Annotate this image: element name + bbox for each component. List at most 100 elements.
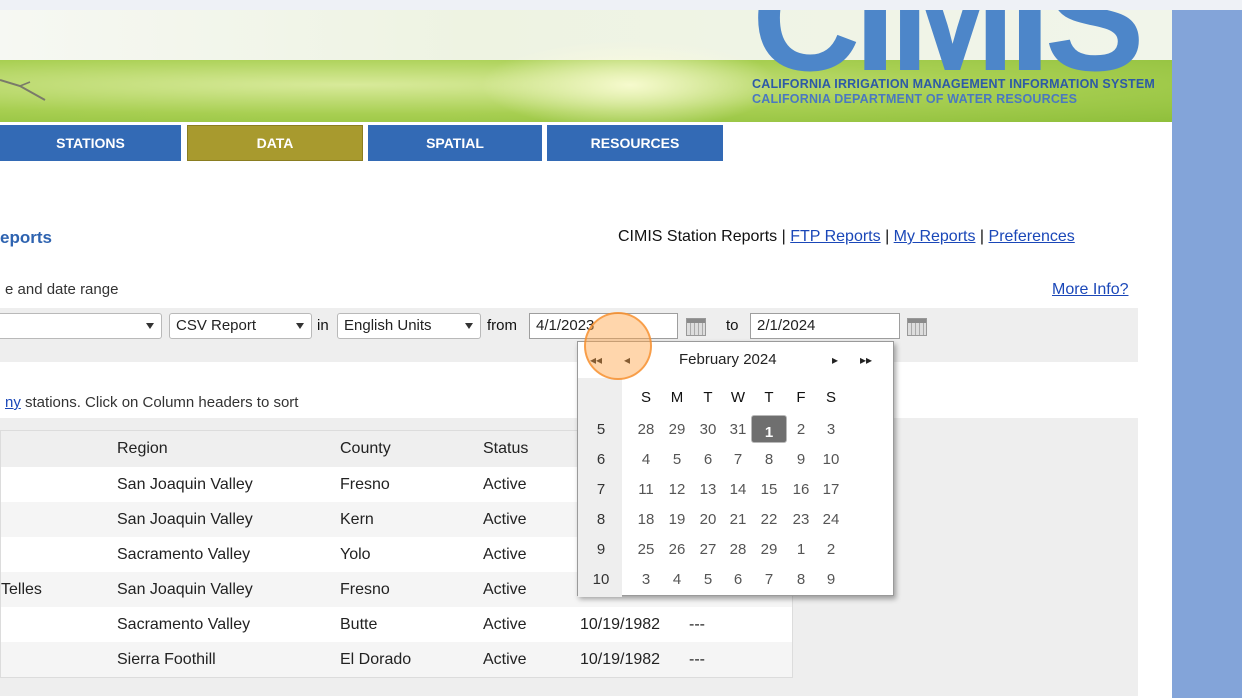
calendar-day[interactable]: 5 (665, 451, 689, 468)
calendar-day[interactable]: 2 (819, 541, 843, 558)
calendar-day[interactable]: 11 (634, 481, 658, 498)
calendar-icon[interactable] (907, 318, 927, 336)
calendar-day[interactable]: 5 (696, 571, 720, 588)
chevron-down-icon (465, 323, 473, 329)
chevron-down-icon (296, 323, 304, 329)
calendar-day[interactable]: 9 (819, 571, 843, 588)
calendar-day[interactable]: 3 (819, 421, 843, 438)
calendar-day[interactable]: 7 (726, 451, 750, 468)
next-month-icon[interactable]: ▸ (832, 353, 838, 367)
chevron-down-icon (146, 323, 154, 329)
column-header-county[interactable]: County (340, 440, 391, 458)
calendar-day[interactable]: 17 (819, 481, 843, 498)
cell-name: Telles (1, 581, 42, 598)
table-row[interactable]: Sacramento Valley Butte Active 10/19/1982 --… (1, 607, 792, 642)
prev-month-icon[interactable]: ◂ (624, 353, 630, 367)
in-label: in (317, 317, 329, 334)
calendar-day[interactable]: 26 (665, 541, 689, 558)
calendar-day[interactable]: 13 (696, 481, 720, 498)
header-banner: CIMIS CALIFORNIA IRRIGATION MANAGEMENT I… (0, 10, 1172, 122)
cell-date: 10/19/1982 (580, 651, 661, 668)
day-of-week-label: F (796, 389, 806, 406)
day-of-week-label: T (703, 389, 713, 406)
to-label: to (726, 317, 739, 334)
more-info-link[interactable]: More Info? (1052, 281, 1128, 299)
calendar-day[interactable]: 31 (726, 421, 750, 438)
calendar-day[interactable]: 25 (634, 541, 658, 558)
nav-spatial[interactable]: SPATIAL (368, 125, 542, 161)
calendar-day[interactable]: 9 (789, 451, 813, 468)
cell-county: Yolo (340, 546, 371, 563)
calendar-day[interactable]: 19 (665, 511, 689, 528)
cell-date: 10/19/1982 (580, 616, 661, 633)
nav-data[interactable]: DATA (187, 125, 363, 161)
calendar-day[interactable]: 27 (696, 541, 720, 558)
cell-status: Active (483, 476, 527, 493)
calendar-day[interactable]: 30 (696, 421, 720, 438)
cell-status: Active (483, 581, 527, 598)
prev-year-icon[interactable]: ◂◂ (590, 353, 602, 367)
calendar-day[interactable]: 14 (726, 481, 750, 498)
calendar-day[interactable]: 21 (726, 511, 750, 528)
column-header-region[interactable]: Region (117, 440, 168, 458)
nav-stations[interactable]: STATIONS (0, 125, 181, 161)
week-number: 8 (596, 511, 606, 528)
calendar-day[interactable]: 20 (696, 511, 720, 528)
cell-status: Active (483, 651, 527, 668)
calendar-day[interactable]: 6 (726, 571, 750, 588)
week-number: 10 (592, 571, 610, 588)
calendar-day[interactable]: 4 (634, 451, 658, 468)
calendar-day[interactable]: 12 (665, 481, 689, 498)
calendar-day[interactable]: 2 (789, 421, 813, 438)
cell-county: Butte (340, 616, 378, 633)
calendar-day[interactable]: 7 (757, 571, 781, 588)
calendar-day[interactable]: 1 (789, 541, 813, 558)
calendar-day[interactable]: 23 (789, 511, 813, 528)
calendar-day[interactable]: 10 (819, 451, 843, 468)
calendar-day[interactable]: 18 (634, 511, 658, 528)
day-of-week-label: S (640, 389, 651, 406)
calendar-day[interactable]: 22 (757, 511, 781, 528)
preferences-link[interactable]: Preferences (989, 228, 1075, 245)
calendar-day[interactable]: 8 (757, 451, 781, 468)
cell-county: Kern (340, 511, 374, 528)
report-type-select[interactable]: CSV Report (169, 313, 312, 339)
nav-resources[interactable]: RESOURCES (547, 125, 723, 161)
calendar-day[interactable]: 8 (789, 571, 813, 588)
calendar-day[interactable]: 29 (757, 541, 781, 558)
cell-county: Fresno (340, 476, 390, 493)
to-date-input[interactable]: 2/1/2024 (750, 313, 900, 339)
calendar-nav: ◂◂ ◂ February 2024 ▸ ▸▸ (578, 342, 893, 378)
selected-day[interactable]: 1 (751, 415, 787, 443)
week-number: 7 (596, 481, 606, 498)
my-reports-link[interactable]: My Reports (894, 228, 976, 245)
page-title: eports (0, 228, 52, 247)
cell-region: San Joaquin Valley (117, 511, 253, 528)
calendar-month-label: February 2024 (679, 351, 777, 368)
calendar-day[interactable]: 28 (634, 421, 658, 438)
calendar-icon[interactable] (686, 318, 706, 336)
calendar-day[interactable]: 3 (634, 571, 658, 588)
day-of-week-label: S (825, 389, 836, 406)
calendar-day[interactable]: 6 (696, 451, 720, 468)
calendar-day[interactable]: 15 (757, 481, 781, 498)
ftp-reports-link[interactable]: FTP Reports (790, 228, 880, 245)
calendar-day[interactable]: 4 (665, 571, 689, 588)
table-row[interactable]: Sierra Foothill El Dorado Active 10/19/1982… (1, 642, 792, 677)
from-date-input[interactable]: 4/1/2023 (529, 313, 678, 339)
day-of-week-label: T (764, 389, 774, 406)
units-select[interactable]: English Units (337, 313, 481, 339)
week-number: 9 (596, 541, 606, 558)
cell-region: Sierra Foothill (117, 651, 216, 668)
calendar-day[interactable]: 28 (726, 541, 750, 558)
station-select[interactable] (0, 313, 162, 339)
calendar-day[interactable]: 16 (789, 481, 813, 498)
stations-link[interactable]: ny (5, 394, 21, 411)
cell-status: Active (483, 616, 527, 633)
next-year-icon[interactable]: ▸▸ (860, 353, 872, 367)
calendar-day[interactable]: 24 (819, 511, 843, 528)
calendar-day[interactable]: 29 (665, 421, 689, 438)
column-header-status[interactable]: Status (483, 440, 528, 458)
cell-region: Sacramento Valley (117, 546, 251, 563)
cell-status: Active (483, 546, 527, 563)
